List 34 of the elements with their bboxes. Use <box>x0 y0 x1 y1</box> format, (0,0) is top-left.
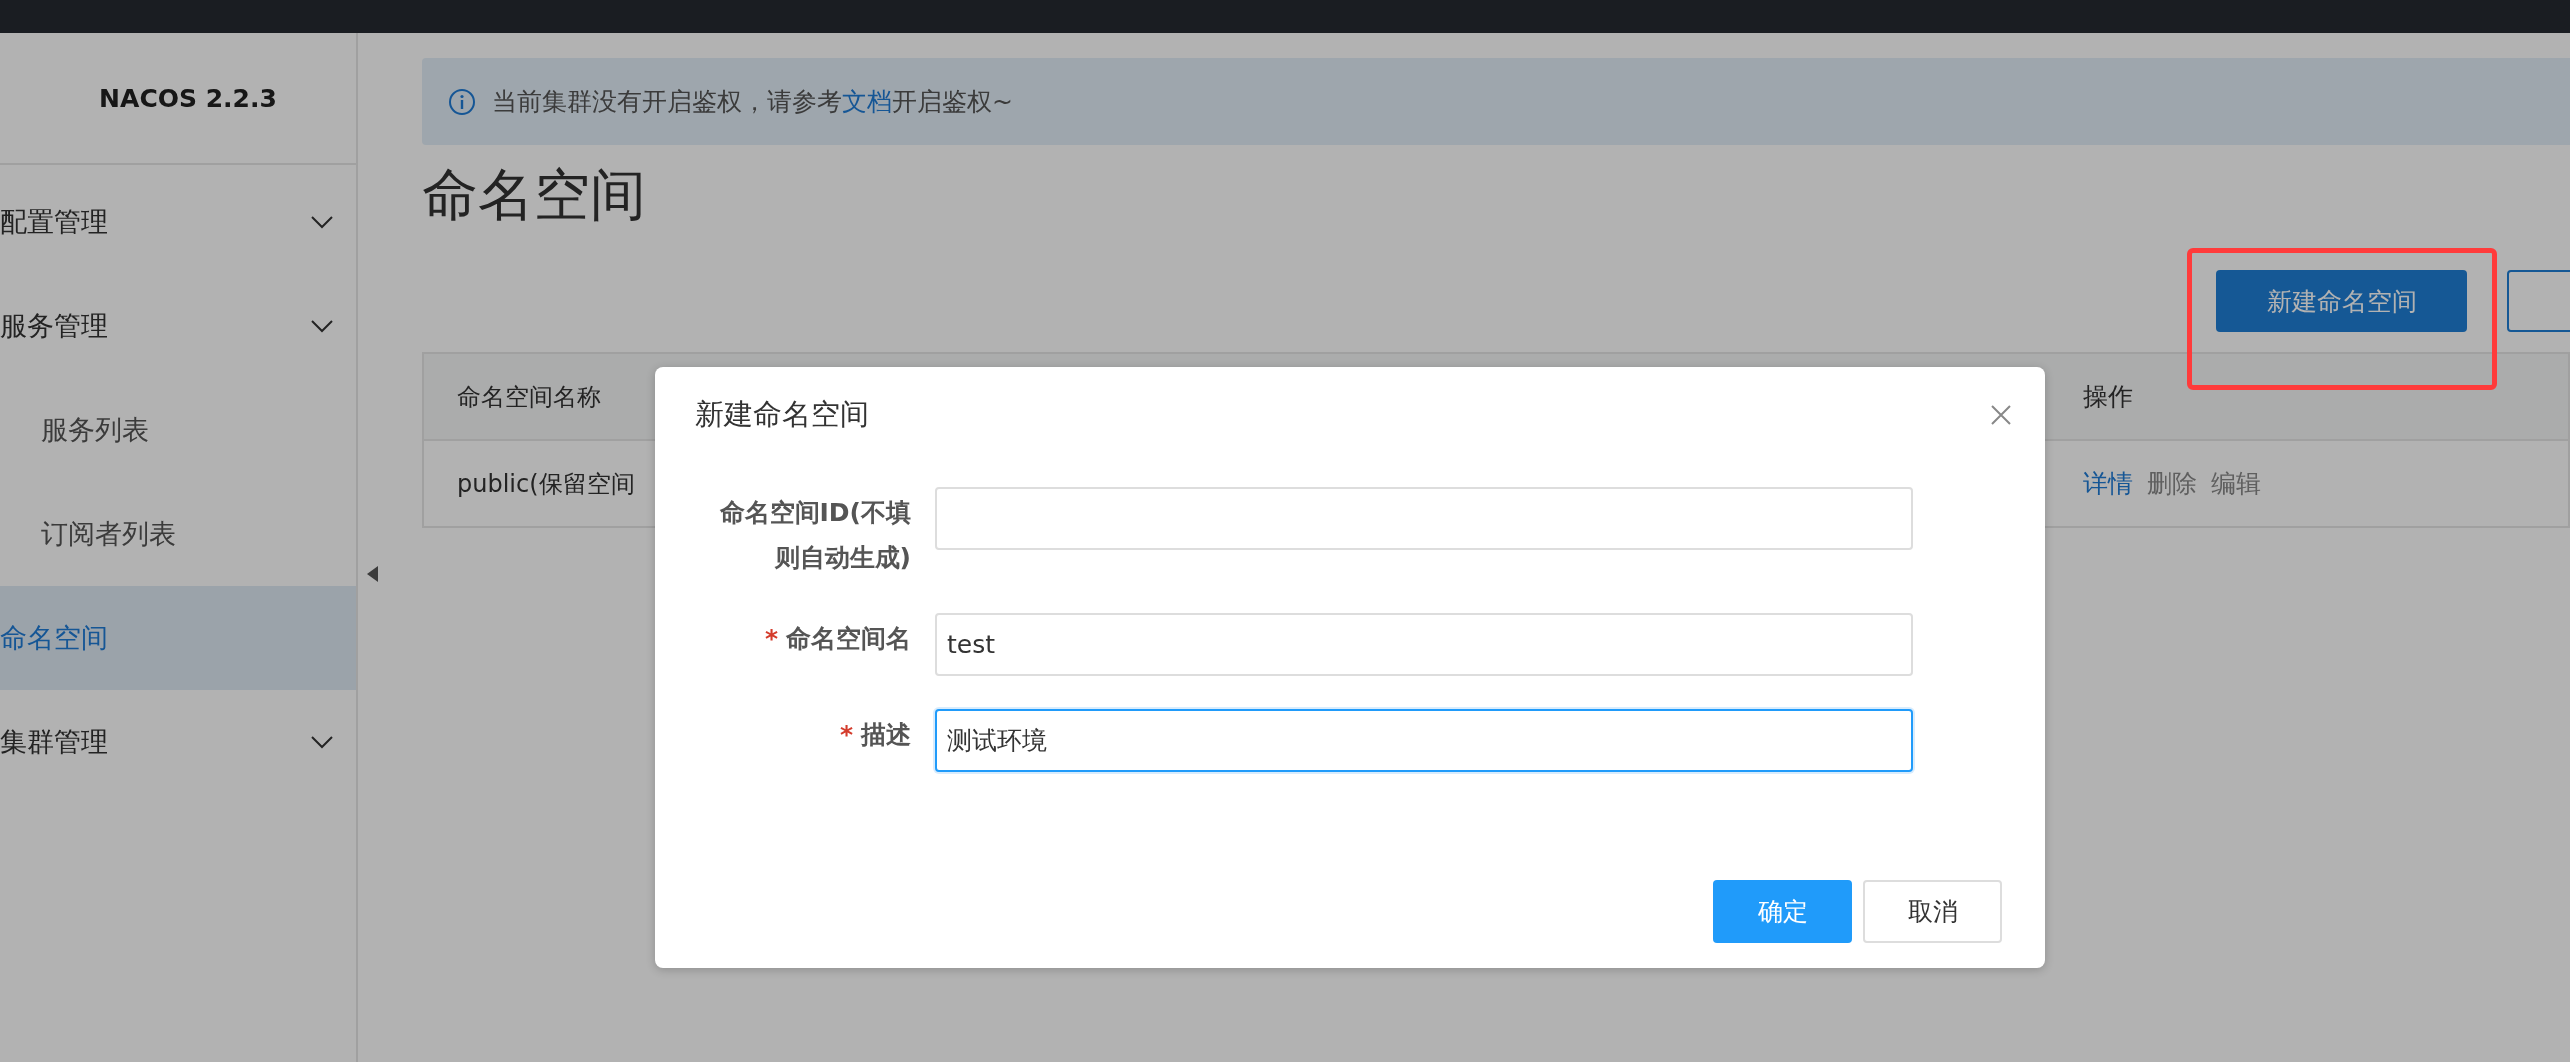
input-field[interactable]: test <box>935 613 1913 676</box>
collapse-icon[interactable] <box>366 565 380 583</box>
action-link[interactable]: 删除 <box>2147 467 2197 500</box>
required-mark: * <box>839 720 853 749</box>
required-mark: * <box>764 624 778 653</box>
notice-text: 当前集群没有开启鉴权，请参考文档开启鉴权~ <box>492 86 1013 118</box>
app-title: NACOS 2.2.3 <box>99 83 277 113</box>
docs-link[interactable]: 文档 <box>842 87 892 116</box>
nav-item[interactable]: 配置管理 <box>0 170 356 274</box>
page-title: 命名空间 <box>422 161 647 229</box>
create-button[interactable]: 新建命名空间 <box>2216 270 2467 332</box>
action-link[interactable]: 详情 <box>2083 467 2133 500</box>
input-field[interactable] <box>935 487 1913 550</box>
column-header: 操作 <box>2082 381 2133 413</box>
table-cell-text: public(保留空间 <box>456 468 636 500</box>
dialog-title: 新建命名空间 <box>695 396 869 433</box>
field-label: * 描述 <box>838 719 911 751</box>
action-link[interactable]: 编辑 <box>2211 467 2261 500</box>
column-header: 命名空间名称 <box>456 381 602 413</box>
input-field[interactable]: 测试环境 <box>935 709 1913 772</box>
field-label: 命名空间ID(不填则自动生成) <box>718 497 911 574</box>
confirm-button[interactable]: 确定 <box>1713 880 1852 943</box>
nav-item[interactable]: 命名空间 <box>0 586 356 690</box>
info-icon <box>448 87 476 116</box>
chevron-down-icon <box>310 735 334 749</box>
nav-item[interactable]: 服务管理 <box>0 274 356 378</box>
nav-subitem[interactable]: 服务列表 <box>0 378 356 482</box>
close-icon[interactable] <box>1990 404 2012 426</box>
chevron-down-icon <box>310 215 334 229</box>
cancel-button[interactable]: 取消 <box>1863 880 2002 943</box>
nav-item[interactable]: 集群管理 <box>0 690 356 794</box>
field-label: * 命名空间名 <box>763 623 911 655</box>
chevron-down-icon <box>310 319 334 333</box>
nav-subitem[interactable]: 订阅者列表 <box>0 482 356 586</box>
